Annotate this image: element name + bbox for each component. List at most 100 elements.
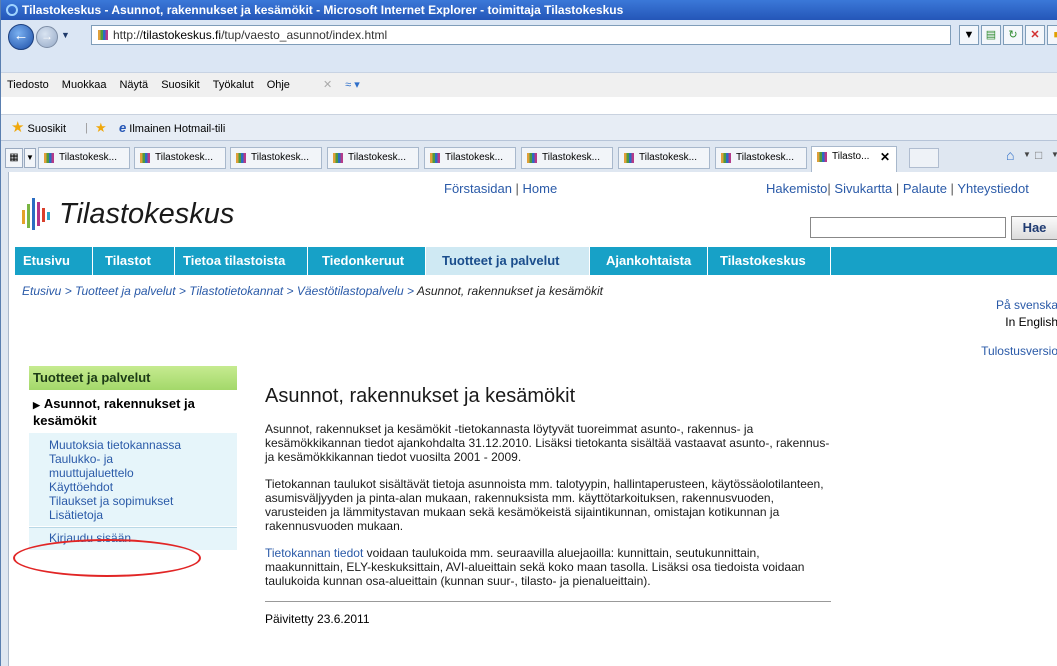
sidebar-item-taulukko[interactable]: Taulukko- ja muuttujaluettelo [49, 452, 169, 480]
browser-tab[interactable]: Tilastokesk... [424, 147, 516, 169]
back-button[interactable]: ← [8, 24, 34, 50]
link-sivukartta[interactable]: Sivukartta [834, 181, 892, 196]
browser-tab[interactable]: Tilastokesk... [38, 147, 130, 169]
menu-ohje[interactable]: Ohje [261, 73, 297, 97]
address-dropdown-icon[interactable]: ▼ [959, 25, 979, 45]
breadcrumb-link[interactable]: Tilastotietokannat [189, 284, 283, 298]
search-button[interactable]: Hae [1011, 216, 1057, 240]
menu-nayta[interactable]: Näytä [113, 73, 155, 97]
stop-icon[interactable]: ✕ [1025, 25, 1045, 45]
web-page: Tilastokeskus Förstasidan | Home Hakemis… [1, 172, 1057, 666]
ie-logo-icon [6, 4, 18, 16]
hotmail-label: Ilmainen Hotmail-tili [129, 123, 226, 135]
link-palaute[interactable]: Palaute [903, 181, 947, 196]
tab-favicon-icon [44, 153, 54, 163]
tab-favicon-icon [430, 153, 440, 163]
new-tab-button[interactable] [909, 148, 939, 168]
sidebar-current-label: Asunnot, rakennukset ja kesämökit [33, 396, 195, 428]
sidebar-item-login[interactable]: Kirjaudu sisään [29, 527, 237, 550]
sidebar-item-kayttoehdot[interactable]: Käyttöehdot [49, 480, 233, 494]
home-icon[interactable]: ⌂ [1006, 147, 1014, 163]
browser-tab[interactable]: Tilastokesk... [715, 147, 807, 169]
title-bar: Tilastokeskus - Asunnot, rakennukset ja … [1, 0, 1057, 20]
favorites-button[interactable]: ★ Suosikit [11, 115, 66, 142]
breadcrumb-link[interactable]: Tuotteet ja palvelut [75, 284, 176, 298]
nav-tiedonkeruut[interactable]: Tiedonkeruut [308, 247, 426, 275]
site-favicon-icon [98, 30, 108, 40]
divider [265, 601, 831, 602]
sidebar-heading[interactable]: Tuotteet ja palvelut [29, 366, 237, 390]
intro-paragraph: Asunnot, rakennukset ja kesämökit -tieto… [265, 422, 830, 464]
sidebar-item-lisatietoja[interactable]: Lisätietoja [49, 508, 233, 522]
nav-tilastot[interactable]: Tilastot [93, 247, 175, 275]
nav-tietoa-tilastoista[interactable]: Tietoa tilastoista [175, 247, 308, 275]
breadcrumb: Etusivu > Tuotteet ja palvelut > Tilasto… [22, 284, 603, 298]
favorites-label: Suosikit [27, 123, 67, 135]
separator: | [892, 181, 903, 196]
link-forstasidan[interactable]: Förstasidan [444, 181, 512, 196]
forward-button[interactable]: → [36, 26, 58, 48]
menu-tyokalut[interactable]: Työkalut [207, 73, 261, 97]
breadcrumb-link[interactable]: Väestötilastopalvelu [297, 284, 404, 298]
sidebar-item-tilaukset[interactable]: Tilaukset ja sopimukset [49, 494, 233, 508]
close-search-icon[interactable]: ✕ [317, 73, 339, 97]
breadcrumb-link[interactable]: Etusivu [22, 284, 61, 298]
search-provider-icon[interactable]: ■ [1047, 25, 1057, 45]
triangle-right-icon: ▶ [33, 400, 40, 410]
browser-window: Tilastokeskus - Asunnot, rakennukset ja … [0, 0, 1057, 666]
sidebar-item-muutoksia[interactable]: Muutoksia tietokannassa [49, 438, 233, 452]
sidebar-current[interactable]: ▶ Asunnot, rakennukset ja kesämökit [29, 390, 237, 433]
link-hakemisto[interactable]: Hakemisto [766, 181, 827, 196]
nav-tilastokeskus[interactable]: Tilastokeskus [708, 247, 831, 275]
nav-etusivu[interactable]: Etusivu [15, 247, 93, 275]
hotmail-link[interactable]: e Ilmainen Hotmail-tili [119, 115, 225, 142]
browser-tab[interactable]: Tilastokesk... [230, 147, 322, 169]
top-links: Förstasidan | Home [444, 181, 557, 196]
nav-tuotteet-ja-palvelut[interactable]: Tuotteet ja palvelut [426, 247, 590, 275]
tab-label: Tilasto... [832, 151, 870, 162]
refresh-icon[interactable]: ↻ [1003, 25, 1023, 45]
separator: | [85, 122, 88, 134]
tab-label: Tilastokesk... [155, 152, 213, 163]
history-dropdown-icon[interactable]: ▼ [61, 30, 70, 40]
tab-bar: ▦ ▼ Tilastokesk... Tilastokesk... Tilast… [1, 140, 1057, 175]
menu-tiedosto[interactable]: Tiedosto [1, 73, 56, 97]
separator: | [515, 181, 523, 196]
tab-favicon-icon [721, 153, 731, 163]
favorites-bar: ★ Suosikit | ★ e Ilmainen Hotmail-tili [1, 114, 1057, 141]
tab-label: Tilastokesk... [251, 152, 309, 163]
quick-tabs-icon[interactable]: ▦ [5, 148, 23, 168]
utility-links: Hakemisto| Sivukartta | Palaute | Yhteys… [766, 181, 1029, 196]
address-input[interactable]: http://tilastokeskus.fi/tup/vaesto_asunn… [91, 25, 951, 45]
wifi-icon[interactable]: ≈ ▾ [339, 73, 367, 97]
menu-muokkaa[interactable]: Muokkaa [56, 73, 114, 97]
regions-paragraph: Tietokannan tiedot voidaan taulukoida mm… [265, 546, 835, 588]
feeds-icon[interactable]: □ [1035, 148, 1042, 162]
tab-favicon-icon [140, 153, 150, 163]
browser-tab[interactable]: Tilastokesk... [134, 147, 226, 169]
browser-tab[interactable]: Tilastokesk... [327, 147, 419, 169]
add-favorite-icon[interactable]: ★ [95, 115, 107, 142]
nav-ajankohtaista[interactable]: Ajankohtaista [590, 247, 708, 275]
link-tietokannan-tiedot[interactable]: Tietokannan tiedot [265, 546, 363, 560]
feeds-dropdown-icon[interactable]: ▼ [1051, 150, 1057, 159]
browser-tab[interactable]: Tilastokesk... [618, 147, 710, 169]
separator: | [946, 181, 958, 196]
menu-suosikit[interactable]: Suosikit [155, 73, 207, 97]
logo-bars-icon [22, 198, 50, 230]
close-tab-icon[interactable]: ✕ [880, 147, 890, 167]
link-home[interactable]: Home [523, 181, 558, 196]
browser-tab-active[interactable]: Tilasto... ✕ [811, 146, 897, 173]
tab-label: Tilastokesk... [736, 152, 794, 163]
link-in-english[interactable]: In English [981, 314, 1057, 331]
link-yhteystiedot[interactable]: Yhteystiedot [957, 181, 1029, 196]
browser-tab[interactable]: Tilastokesk... [521, 147, 613, 169]
site-search-input[interactable] [810, 217, 1006, 238]
logo-text: Tilastokeskus [59, 198, 235, 230]
ie-page-icon: e [119, 120, 127, 135]
link-print-version[interactable]: Tulostusversio [981, 343, 1057, 360]
tab-list-dropdown-icon[interactable]: ▼ [24, 148, 36, 168]
compatibility-view-icon[interactable]: ▤ [981, 25, 1001, 45]
home-dropdown-icon[interactable]: ▼ [1023, 150, 1031, 159]
link-pa-svenska[interactable]: På svenska [981, 297, 1057, 314]
